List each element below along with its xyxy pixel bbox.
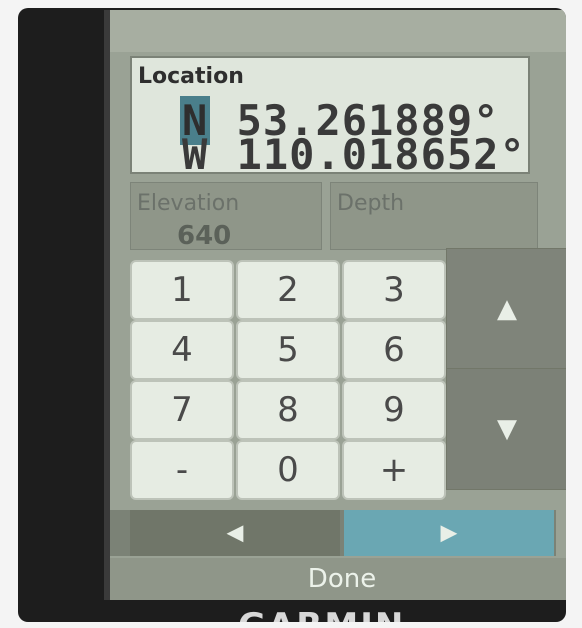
longitude-value: 110.018652°	[236, 130, 526, 179]
gps-device: Location N 53.261889° W 110.018652° Elev…	[18, 8, 566, 622]
cursor-navigation: ◀ ▶	[110, 510, 556, 556]
elevation-label: Elevation	[137, 191, 240, 216]
elevation-value: 640	[177, 221, 232, 251]
top-strip	[110, 10, 566, 52]
key-3[interactable]: 3	[342, 260, 446, 320]
done-label: Done	[307, 564, 377, 594]
key-minus[interactable]: -	[130, 440, 234, 500]
key-9[interactable]: 9	[342, 380, 446, 440]
key-7[interactable]: 7	[130, 380, 234, 440]
done-button[interactable]: Done	[110, 558, 566, 600]
key-2[interactable]: 2	[236, 260, 340, 320]
key-4[interactable]: 4	[130, 320, 234, 380]
longitude-hemisphere[interactable]: W	[180, 130, 210, 179]
cursor-left-button[interactable]: ◀	[130, 510, 340, 556]
down-arrow-icon: ▼	[497, 414, 517, 444]
secondary-fields: Elevation 640 Depth	[130, 182, 538, 251]
elevation-field[interactable]: Elevation 640	[130, 182, 322, 251]
key-1[interactable]: 1	[130, 260, 234, 320]
up-arrow-icon: ▲	[497, 294, 517, 324]
key-plus[interactable]: +	[342, 440, 446, 500]
up-down-arrows: ▲ ▼	[446, 248, 566, 490]
key-6[interactable]: 6	[342, 320, 446, 380]
key-5[interactable]: 5	[236, 320, 340, 380]
brand-logo: GARMIN	[238, 606, 405, 622]
location-label: Location	[138, 64, 244, 89]
device-screen: Location N 53.261889° W 110.018652° Elev…	[104, 10, 566, 600]
scroll-down-button[interactable]: ▼	[446, 368, 566, 490]
location-field[interactable]: Location N 53.261889° W 110.018652°	[130, 56, 530, 179]
depth-field[interactable]: Depth	[330, 182, 538, 250]
key-0[interactable]: 0	[236, 440, 340, 500]
scroll-up-button[interactable]: ▲	[446, 248, 566, 370]
key-8[interactable]: 8	[236, 380, 340, 440]
cursor-right-button[interactable]: ▶	[344, 510, 554, 556]
right-arrow-icon: ▶	[440, 520, 458, 546]
longitude-row: W 110.018652°	[180, 130, 526, 179]
depth-label: Depth	[337, 191, 405, 216]
left-arrow-icon: ◀	[226, 520, 244, 546]
